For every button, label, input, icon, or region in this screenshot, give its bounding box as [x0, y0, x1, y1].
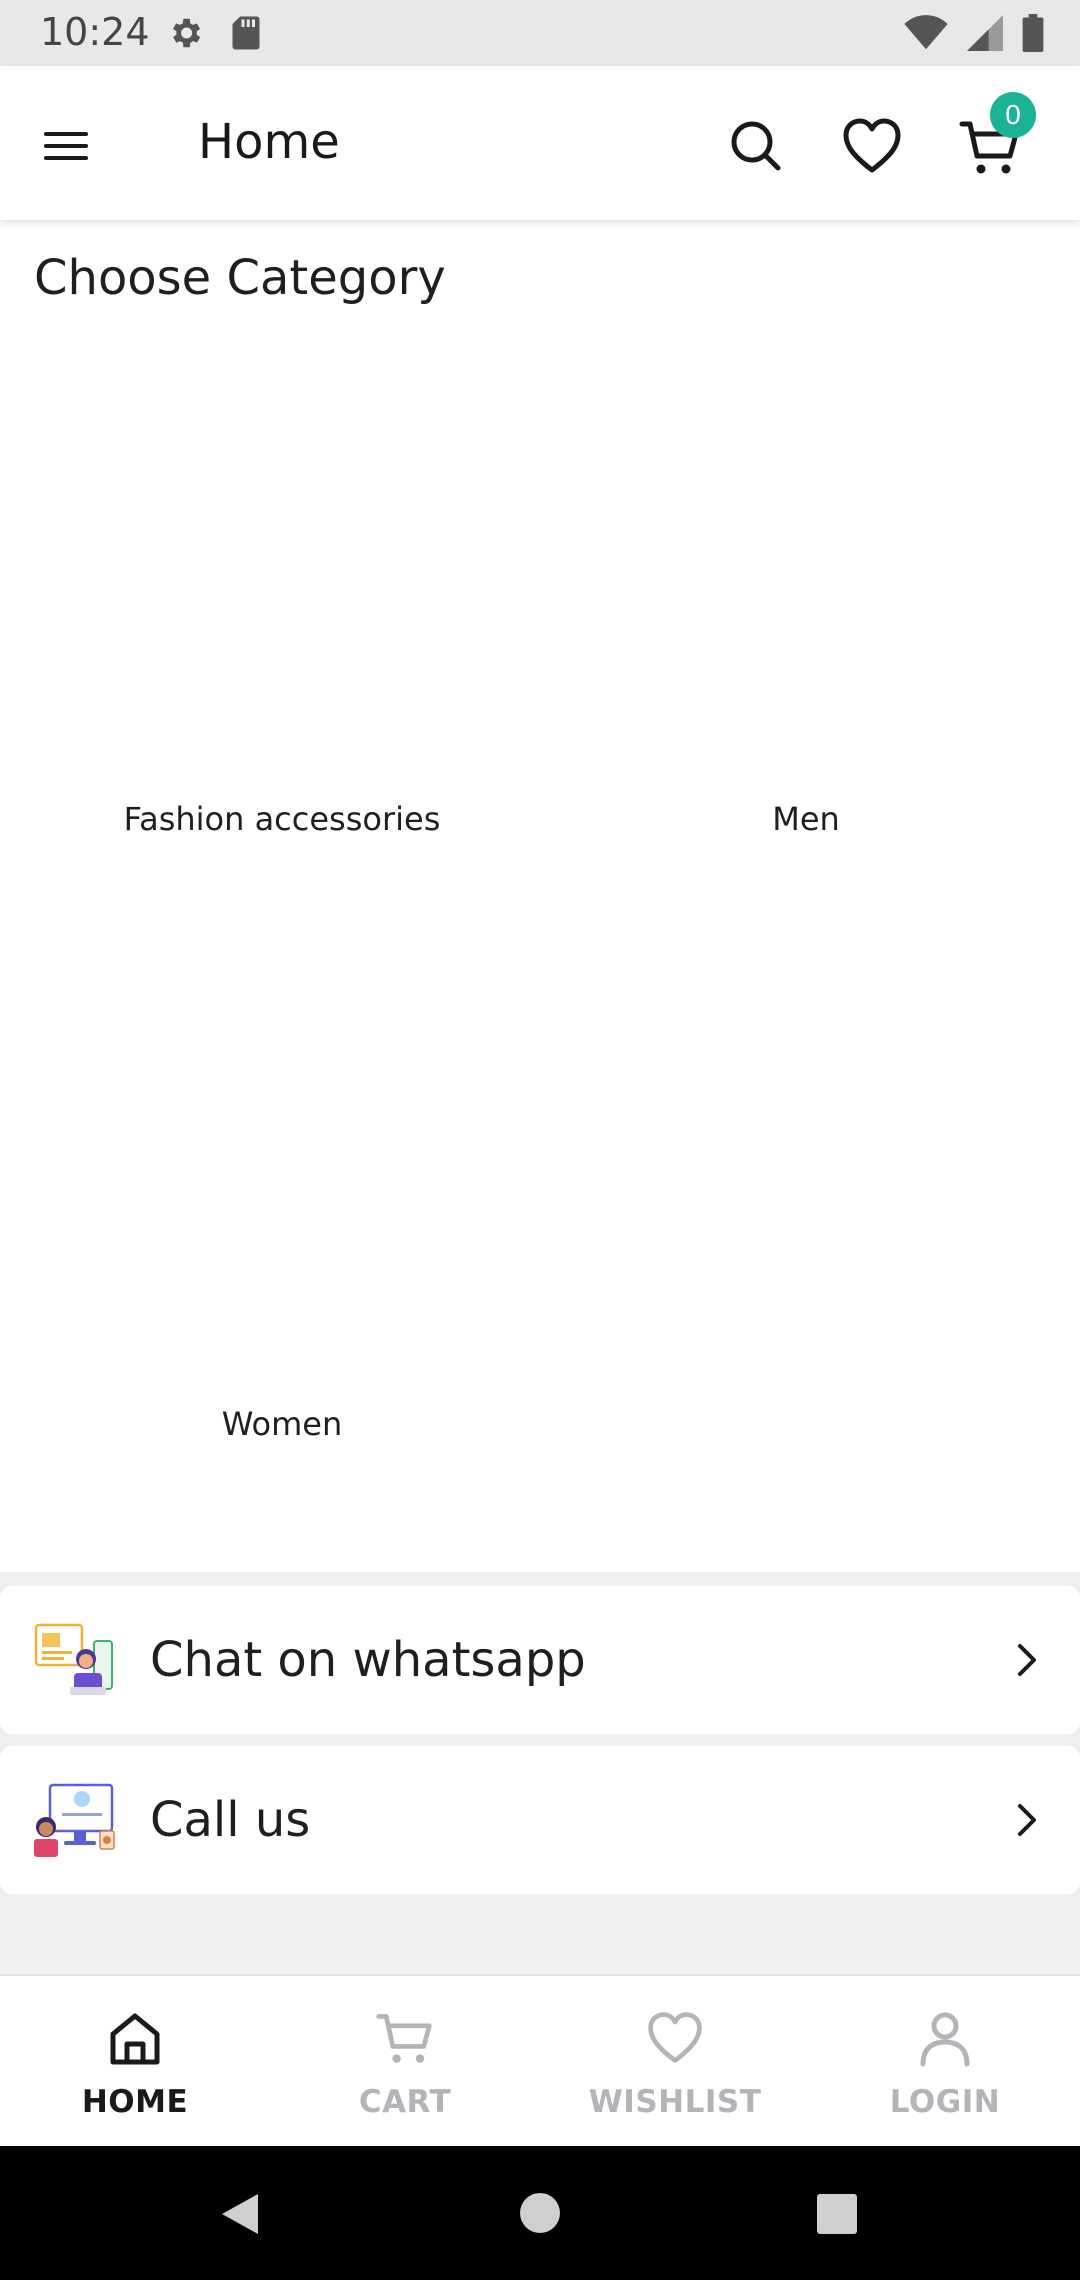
heart-icon	[648, 2012, 702, 2063]
user-icon	[920, 2012, 970, 2067]
nav-item-login[interactable]: LOGIN	[810, 1976, 1080, 2148]
nav-label-wishlist: WISHLIST	[588, 2084, 762, 2120]
search-icon	[731, 121, 781, 171]
bottom-navigation: HOME CART WISHLIST LOGIN	[0, 1974, 1080, 2146]
nav-item-wishlist[interactable]: WISHLIST	[540, 1976, 810, 2148]
hamburger-menu-icon	[44, 132, 88, 160]
category-section: Choose Category Fashion accessories Men …	[0, 220, 1080, 1572]
category-image	[22, 945, 542, 1385]
category-label: Fashion accessories	[123, 800, 441, 838]
category-tile-men[interactable]: Men	[546, 340, 1066, 838]
call-us-row[interactable]: Call us	[0, 1746, 1080, 1894]
page-title: Home	[198, 114, 340, 170]
nav-item-cart[interactable]: CART	[270, 1976, 540, 2148]
section-title: Choose Category	[34, 250, 446, 306]
call-support-illustration-icon	[34, 1783, 115, 1857]
call-us-label: Call us	[150, 1792, 311, 1848]
nav-label-login: LOGIN	[889, 2084, 1001, 2120]
chevron-right-icon	[1018, 1804, 1036, 1836]
cell-signal-icon	[967, 15, 1003, 51]
sd-card-icon	[232, 16, 260, 50]
home-icon	[110, 2013, 160, 2065]
cart-icon	[376, 2014, 432, 2063]
status-left-icons	[166, 14, 262, 52]
chevron-right-icon	[1018, 1644, 1036, 1676]
search-button[interactable]	[726, 116, 786, 176]
system-navigation-bar	[0, 2146, 1080, 2280]
status-bar: 10:24	[0, 0, 1080, 66]
category-image	[546, 340, 1066, 780]
category-label: Women	[221, 1405, 343, 1443]
recents-square-icon[interactable]	[817, 2194, 857, 2234]
nav-label-home: HOME	[81, 2084, 189, 2120]
status-time: 10:24	[40, 10, 150, 54]
category-tile-fashion-accessories[interactable]: Fashion accessories	[22, 340, 542, 838]
app-bar: Home 0	[0, 66, 1080, 220]
menu-button[interactable]	[36, 116, 96, 176]
cart-count-badge: 0	[990, 92, 1036, 138]
home-circle-icon[interactable]	[519, 2192, 561, 2234]
wifi-icon	[904, 15, 948, 50]
category-label: Men	[772, 800, 840, 838]
category-tile-women[interactable]: Women	[22, 945, 542, 1443]
battery-icon	[1022, 14, 1044, 52]
back-triangle-icon[interactable]	[216, 2190, 262, 2238]
settings-gear-icon	[172, 18, 201, 48]
chat-whatsapp-row[interactable]: Chat on whatsapp	[0, 1586, 1080, 1734]
main-content: Choose Category Fashion accessories Men …	[0, 220, 1080, 1974]
heart-icon	[843, 118, 901, 173]
wishlist-button[interactable]	[840, 116, 904, 176]
nav-label-cart: CART	[358, 2084, 452, 2120]
whatsapp-label: Chat on whatsapp	[150, 1632, 586, 1688]
chat-support-illustration-icon	[34, 1623, 113, 1695]
nav-item-home[interactable]: HOME	[0, 1976, 270, 2148]
category-image	[22, 340, 542, 780]
status-right-icons	[904, 14, 1044, 52]
